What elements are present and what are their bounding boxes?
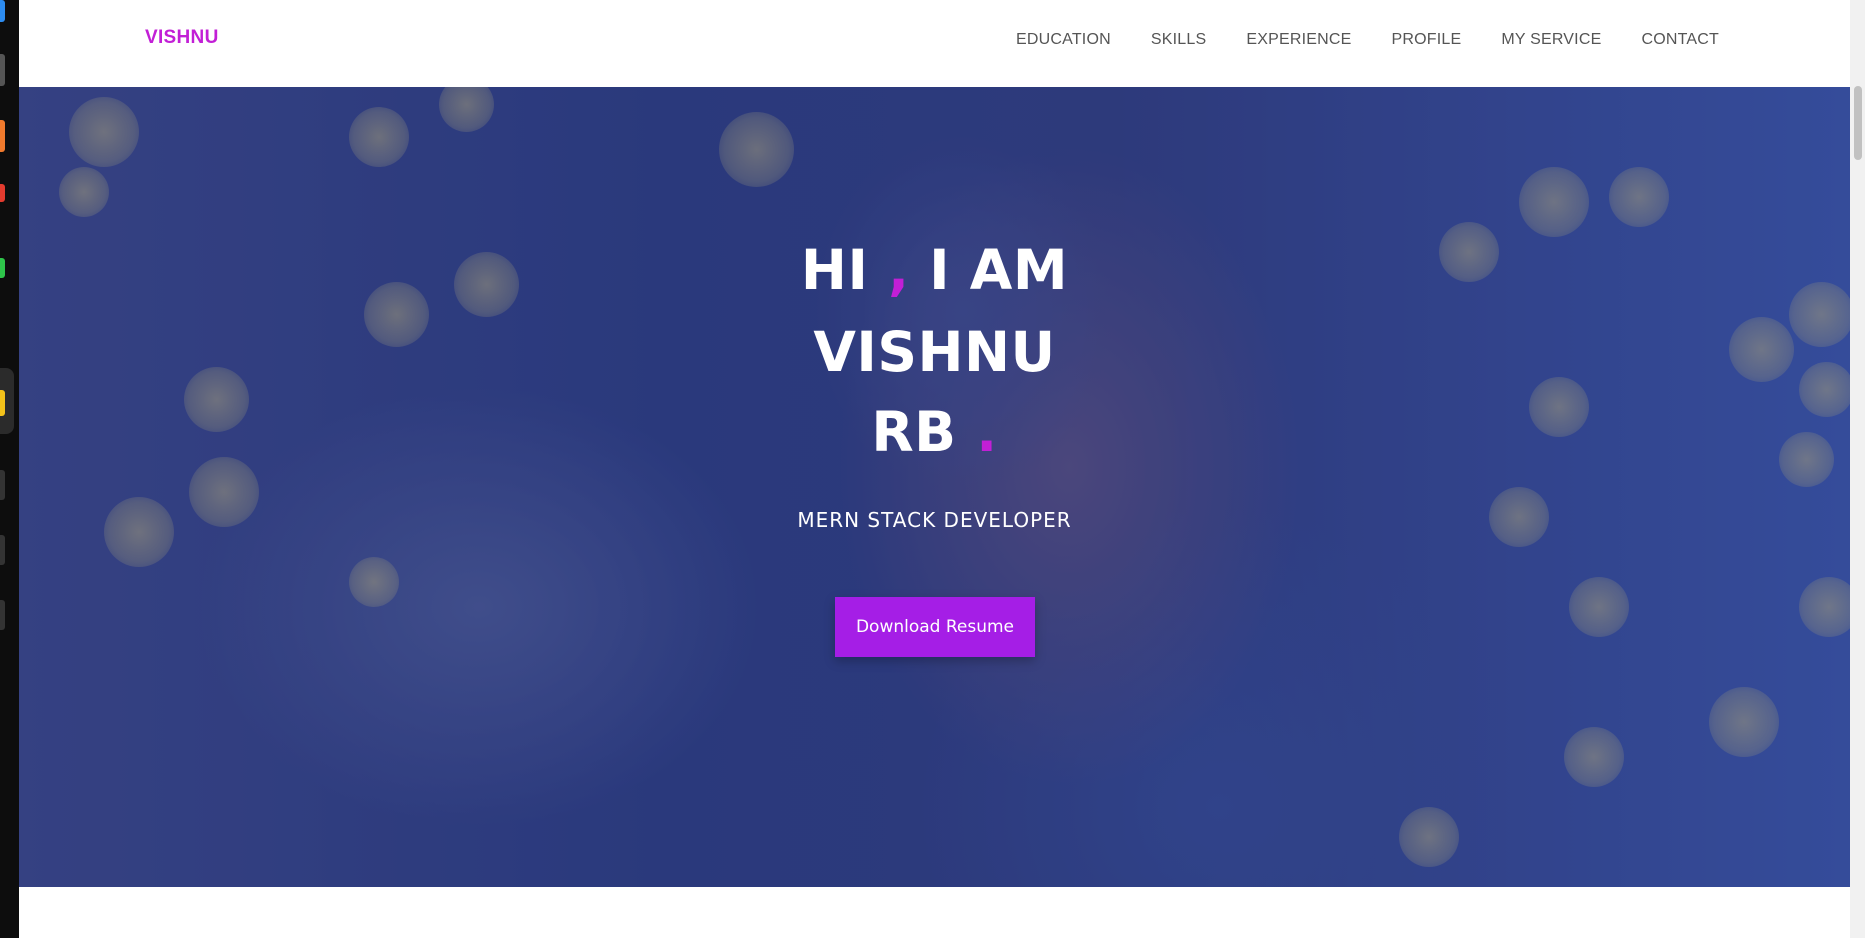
dock-app-icon[interactable] bbox=[0, 120, 5, 152]
hero-title-line-1: HI , I AM bbox=[19, 243, 1850, 298]
hero-greeting: HI bbox=[800, 238, 869, 302]
dock-app-icon[interactable] bbox=[0, 0, 5, 22]
dock-app-icon[interactable] bbox=[0, 390, 5, 416]
nav-menu: EDUCATION SKILLS EXPERIENCE PROFILE MY S… bbox=[1016, 31, 1719, 49]
dock-app-icon[interactable] bbox=[0, 184, 5, 202]
hero-title-line-3: RB . bbox=[19, 405, 1850, 460]
nav-link-my-service[interactable]: MY SERVICE bbox=[1501, 31, 1601, 49]
hero-name: VISHNU bbox=[813, 320, 1056, 384]
hero-overlay bbox=[19, 87, 1850, 887]
nav-link-education[interactable]: EDUCATION bbox=[1016, 31, 1111, 49]
dock-app-icon[interactable] bbox=[0, 535, 5, 565]
dock-app-icon[interactable] bbox=[0, 470, 5, 500]
hero-surname: RB bbox=[871, 400, 957, 464]
nav-link-skills[interactable]: SKILLS bbox=[1151, 31, 1206, 49]
hero-intro: I AM bbox=[929, 238, 1069, 302]
nav-link-experience[interactable]: EXPERIENCE bbox=[1246, 31, 1351, 49]
scrollbar-thumb[interactable] bbox=[1854, 86, 1862, 160]
browser-viewport: HI , I AM VISHNU RB . MERN STACK DEVELOP… bbox=[19, 0, 1850, 938]
nav-link-contact[interactable]: CONTACT bbox=[1641, 31, 1719, 49]
hero-comma: , bbox=[888, 238, 910, 302]
top-navbar: VISHNU EDUCATION SKILLS EXPERIENCE PROFI… bbox=[19, 0, 1850, 87]
dock-app-icon[interactable] bbox=[0, 600, 5, 630]
os-dock bbox=[0, 0, 19, 938]
hero-title-line-2: VISHNU bbox=[19, 325, 1850, 380]
dock-app-icon[interactable] bbox=[0, 258, 5, 278]
hero-subtitle: MERN STACK DEVELOPER bbox=[797, 508, 1072, 532]
hero-dot: . bbox=[976, 400, 998, 464]
dock-app-icon[interactable] bbox=[0, 54, 5, 86]
hero-section: HI , I AM VISHNU RB . MERN STACK DEVELOP… bbox=[19, 87, 1850, 887]
brand-logo[interactable]: VISHNU bbox=[145, 27, 219, 49]
nav-link-profile[interactable]: PROFILE bbox=[1391, 31, 1461, 49]
download-resume-button[interactable]: Download Resume bbox=[835, 597, 1035, 657]
page-scrollbar[interactable] bbox=[1850, 0, 1865, 938]
